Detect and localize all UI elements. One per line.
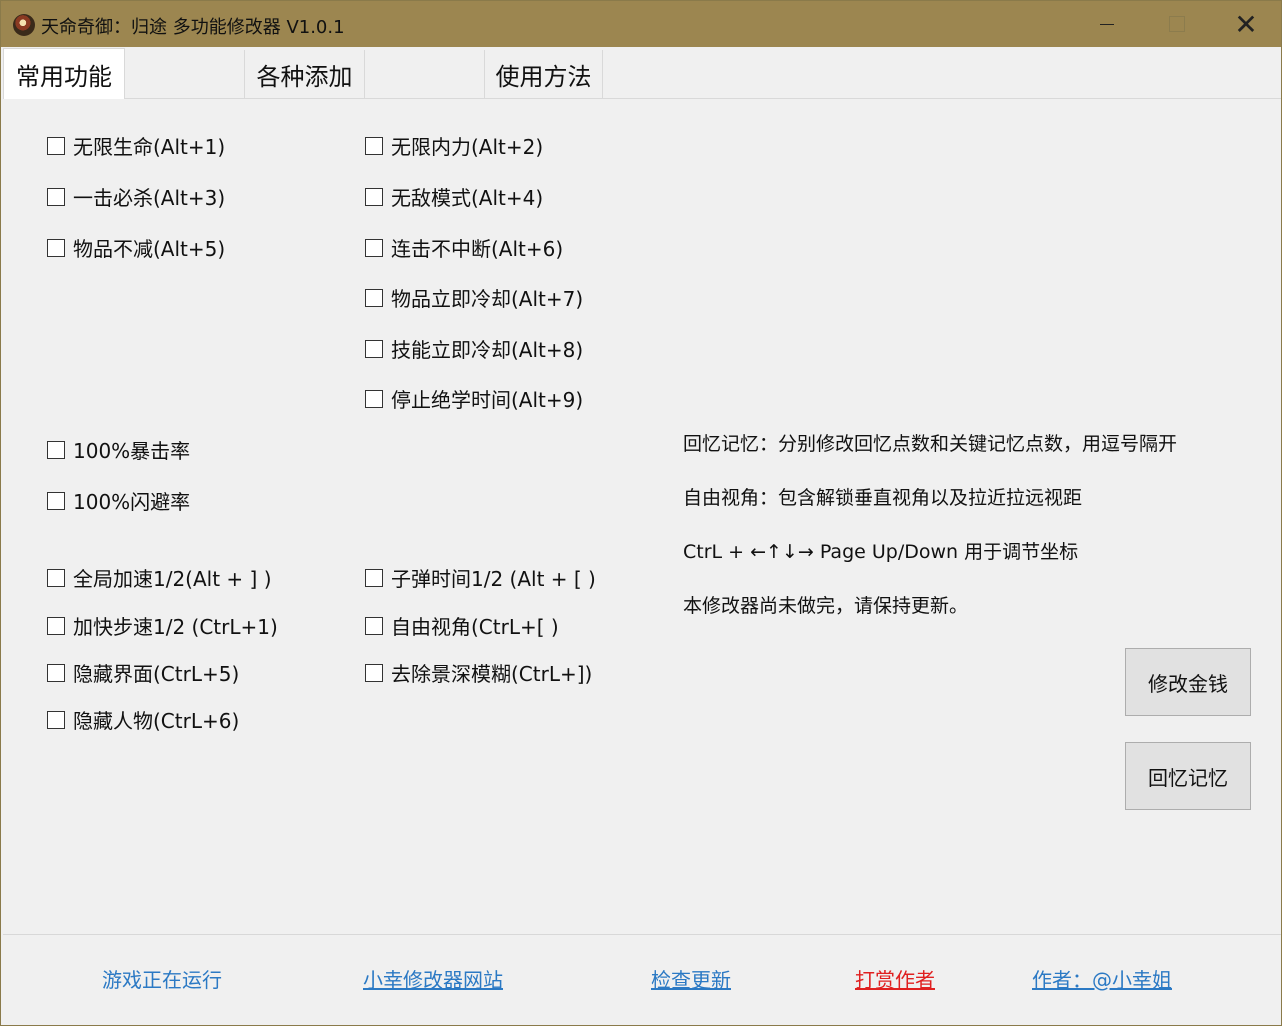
close-icon: ✕ bbox=[1234, 7, 1258, 41]
tab-various-additions[interactable]: 各种添加 bbox=[245, 50, 365, 98]
info-free-camera: 自由视角：包含解锁垂直视角以及拉近拉远视距 bbox=[683, 487, 1083, 509]
tab-common-functions[interactable]: 常用功能 bbox=[3, 48, 125, 99]
game-status: 游戏正在运行 bbox=[102, 968, 222, 992]
checkbox-box[interactable] bbox=[47, 710, 65, 729]
checkbox-box[interactable] bbox=[47, 568, 65, 587]
tab-usage-method[interactable]: 使用方法 bbox=[485, 50, 603, 98]
checkbox-hide-character[interactable]: 隐藏人物(CtrL+6) bbox=[47, 705, 239, 734]
checkbox-label: 无限内力(Alt+2) bbox=[391, 135, 544, 159]
minimize-icon bbox=[1100, 23, 1114, 25]
close-button[interactable]: ✕ bbox=[1211, 1, 1281, 47]
checkbox-critical-rate[interactable]: 100%暴击率 bbox=[47, 435, 190, 464]
checkbox-invincible[interactable]: 无敌模式(Alt+4) bbox=[365, 182, 543, 211]
checkbox-box[interactable] bbox=[365, 616, 383, 635]
checkbox-label: 一击必杀(Alt+3) bbox=[73, 186, 226, 210]
info-recall-memory: 回忆记忆：分别修改回忆点数和关键记忆点数，用逗号隔开 bbox=[683, 433, 1178, 455]
checkbox-remove-blur[interactable]: 去除景深模糊(CtrL+]) bbox=[365, 658, 592, 687]
checkbox-label: 隐藏界面(CtrL+5) bbox=[73, 662, 240, 686]
trainer-window: 天命奇御：归途 多功能修改器 V1.0.1 ✕ 常用功能 各种添加 使用方法 无… bbox=[0, 0, 1282, 1026]
checkbox-label: 隐藏人物(CtrL+6) bbox=[73, 709, 240, 733]
checkbox-box[interactable] bbox=[47, 616, 65, 635]
checkbox-global-speed[interactable]: 全局加速1/2(Alt + ] ) bbox=[47, 563, 272, 592]
checkbox-box[interactable] bbox=[365, 389, 383, 408]
checkbox-label: 加快步速1/2 (CtrL+1) bbox=[73, 615, 278, 639]
checkbox-items-not-consumed[interactable]: 物品不减(Alt+5) bbox=[47, 233, 225, 262]
tab-empty[interactable] bbox=[126, 50, 245, 98]
checkbox-box[interactable] bbox=[365, 238, 383, 257]
checkbox-label: 100%暴击率 bbox=[73, 439, 191, 463]
maximize-button[interactable] bbox=[1142, 1, 1212, 47]
checkbox-box[interactable] bbox=[47, 491, 65, 510]
checkbox-free-camera[interactable]: 自由视角(CtrL+[ ) bbox=[365, 611, 559, 640]
tab-empty[interactable] bbox=[365, 50, 485, 98]
recall-memory-button[interactable]: 回忆记忆 bbox=[1125, 742, 1251, 810]
donate-author-link[interactable]: 打赏作者 bbox=[855, 964, 935, 993]
checkbox-label: 物品立即冷却(Alt+7) bbox=[391, 287, 584, 311]
window-title: 天命奇御：归途 多功能修改器 V1.0.1 bbox=[41, 17, 345, 38]
checkbox-label: 无限生命(Alt+1) bbox=[73, 135, 226, 159]
checkbox-label: 技能立即冷却(Alt+8) bbox=[391, 338, 584, 362]
checkbox-walk-speed[interactable]: 加快步速1/2 (CtrL+1) bbox=[47, 611, 278, 640]
checkbox-box[interactable] bbox=[365, 187, 383, 206]
checkbox-skill-cooldown[interactable]: 技能立即冷却(Alt+8) bbox=[365, 334, 583, 363]
author-link[interactable]: 作者：@小幸姐 bbox=[1032, 964, 1172, 993]
website-link[interactable]: 小幸修改器网站 bbox=[363, 964, 503, 993]
info-update-note: 本修改器尚未做完，请保持更新。 bbox=[683, 595, 969, 617]
maximize-icon bbox=[1169, 16, 1185, 32]
checkbox-label: 100%闪避率 bbox=[73, 490, 191, 514]
minimize-button[interactable] bbox=[1072, 1, 1142, 47]
checkbox-box[interactable] bbox=[47, 136, 65, 155]
checkbox-label: 自由视角(CtrL+[ ) bbox=[391, 615, 559, 639]
checkbox-box[interactable] bbox=[47, 187, 65, 206]
checkbox-infinite-mana[interactable]: 无限内力(Alt+2) bbox=[365, 131, 543, 160]
checkbox-combo-no-break[interactable]: 连击不中断(Alt+6) bbox=[365, 233, 563, 262]
checkbox-label: 全局加速1/2(Alt + ] ) bbox=[73, 567, 272, 591]
checkbox-box[interactable] bbox=[365, 288, 383, 307]
checkbox-label: 去除景深模糊(CtrL+]) bbox=[391, 662, 593, 686]
footer-divider bbox=[3, 934, 1281, 935]
checkbox-label: 子弹时间1/2 (Alt + [ ) bbox=[391, 567, 596, 591]
checkbox-box[interactable] bbox=[365, 663, 383, 682]
checkbox-box[interactable] bbox=[365, 568, 383, 587]
title-bar[interactable]: 天命奇御：归途 多功能修改器 V1.0.1 ✕ bbox=[1, 1, 1281, 47]
checkbox-label: 物品不减(Alt+5) bbox=[73, 237, 226, 261]
checkbox-box[interactable] bbox=[365, 136, 383, 155]
checkbox-box[interactable] bbox=[47, 663, 65, 682]
check-update-link[interactable]: 检查更新 bbox=[651, 964, 731, 993]
checkbox-label: 停止绝学时间(Alt+9) bbox=[391, 388, 584, 412]
checkbox-box[interactable] bbox=[47, 440, 65, 459]
checkbox-one-hit-kill[interactable]: 一击必杀(Alt+3) bbox=[47, 182, 225, 211]
checkbox-stop-skill-time[interactable]: 停止绝学时间(Alt+9) bbox=[365, 384, 583, 413]
checkbox-label: 连击不中断(Alt+6) bbox=[391, 237, 564, 261]
info-coordinates: CtrL + ←↑↓→ Page Up/Down 用于调节坐标 bbox=[683, 541, 1079, 563]
modify-money-button[interactable]: 修改金钱 bbox=[1125, 648, 1251, 716]
checkbox-bullet-time[interactable]: 子弹时间1/2 (Alt + [ ) bbox=[365, 563, 596, 592]
checkbox-dodge-rate[interactable]: 100%闪避率 bbox=[47, 486, 190, 515]
checkbox-box[interactable] bbox=[365, 339, 383, 358]
checkbox-item-cooldown[interactable]: 物品立即冷却(Alt+7) bbox=[365, 283, 583, 312]
tab-strip: 常用功能 各种添加 使用方法 bbox=[3, 48, 1281, 99]
checkbox-infinite-health[interactable]: 无限生命(Alt+1) bbox=[47, 131, 225, 160]
checkbox-box[interactable] bbox=[47, 238, 65, 257]
app-icon bbox=[13, 14, 35, 36]
checkbox-label: 无敌模式(Alt+4) bbox=[391, 186, 544, 210]
checkbox-hide-ui[interactable]: 隐藏界面(CtrL+5) bbox=[47, 658, 239, 687]
